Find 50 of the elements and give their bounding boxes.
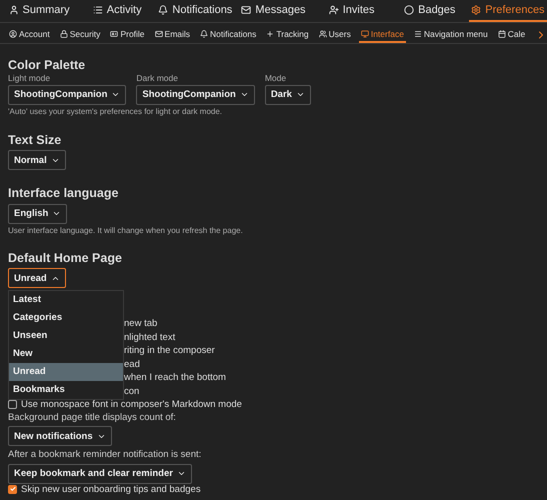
section-title: Interface language — [8, 186, 120, 201]
dropdown-select[interactable]: New notifications — [8, 426, 112, 446]
field-label: Light mode — [8, 73, 52, 84]
section-title: Color Palette — [8, 58, 86, 73]
option-label: riting in the composer — [124, 345, 215, 356]
dropdown-select[interactable]: Normal — [8, 150, 66, 170]
option-label: Use monospace font in composer's Markdown mode — [21, 399, 242, 410]
dropdown-option[interactable]: Unread — [9, 362, 123, 380]
dropdown-option[interactable]: Unseen — [9, 326, 123, 344]
sub-tab[interactable]: Interface — [358, 26, 406, 43]
nav-tab[interactable]: Invites — [312, 0, 391, 22]
sub-tab[interactable]: Cale — [496, 26, 528, 43]
dropdown-option[interactable]: Bookmarks — [9, 380, 123, 398]
field-label: After a bookmark reminder notification is sent: — [8, 449, 202, 461]
nav-tab[interactable]: Activity — [78, 0, 156, 22]
section-title: Text Size — [8, 132, 62, 148]
sub-tab[interactable]: Navigation menu — [412, 26, 490, 43]
sub-tab[interactable]: Notifications — [198, 26, 258, 43]
nav-tab[interactable]: Badges — [390, 0, 469, 22]
option-label: when I reach the bottom — [124, 372, 226, 384]
sub-tab[interactable]: Profile — [108, 26, 147, 43]
option-label: ead — [124, 358, 140, 370]
dropdown-select[interactable]: Unread — [8, 268, 66, 288]
sub-tab[interactable]: Emails — [152, 26, 192, 43]
nav-tab[interactable]: Summary — [0, 0, 78, 22]
nav-tab[interactable]: Preferences — [468, 0, 547, 22]
field-label: Dark mode — [136, 73, 179, 84]
dropdown-select[interactable]: Dark — [264, 84, 311, 104]
option-label: new tab — [124, 318, 158, 330]
nav-tab[interactable]: Messages — [234, 0, 313, 22]
option-label: con — [124, 386, 140, 397]
option-label: nlighted text — [124, 332, 176, 343]
field-label: Mode — [264, 73, 288, 84]
dropdown-select[interactable]: ShootingCompanion — [136, 84, 255, 104]
dropdown-select[interactable]: ShootingCompanion — [8, 84, 126, 104]
dropdown-option[interactable]: New — [9, 344, 123, 362]
sub-tab[interactable]: Tracking — [264, 26, 311, 43]
dropdown-option[interactable]: Categories — [9, 308, 123, 326]
option-label: Skip new user onboarding tips and badges — [21, 484, 201, 494]
nav-tab[interactable]: Notifications — [156, 0, 234, 22]
dropdown-option[interactable]: Latest — [9, 290, 123, 308]
sub-tab[interactable]: Security — [58, 26, 102, 43]
sub-tab[interactable]: Users — [316, 26, 353, 43]
sub-tab[interactable]: Account — [7, 26, 52, 43]
dropdown-select[interactable]: Keep bookmark and clear reminder — [8, 464, 192, 484]
section-title: Default Home Page — [8, 250, 123, 266]
help-text: User interface language. It will change when you refresh the page. — [8, 224, 244, 236]
field-label: Background page title displays count of: — [8, 412, 177, 424]
help-text: 'Auto' uses your system's preferences for light or dark mode. — [8, 106, 224, 116]
dropdown-select[interactable]: English — [8, 204, 68, 224]
